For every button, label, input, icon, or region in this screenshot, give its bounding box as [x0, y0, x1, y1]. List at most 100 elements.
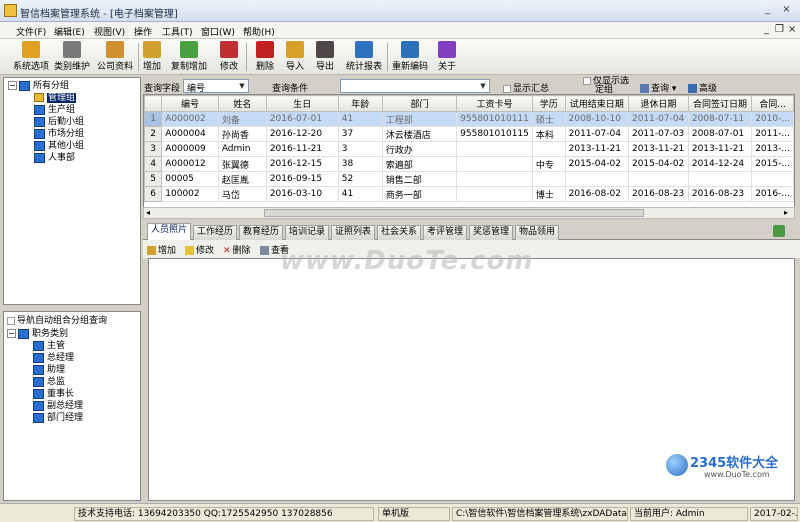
photo-add-button[interactable]: 增加	[147, 243, 176, 256]
tree-item-other[interactable]: 其他小组	[34, 140, 84, 152]
table-row[interactable]: 1 A000002 刘备 2016-07-01 41 工程部 955801010111 硕士 2…	[144, 111, 794, 127]
tab-certificates[interactable]: 证照列表	[331, 225, 376, 240]
collapse-icon[interactable]: −	[8, 81, 17, 90]
group-icon	[18, 328, 29, 339]
horizontal-scrollbar[interactable]: ◂ ▸	[143, 207, 795, 219]
tree-item-assistant[interactable]: 助理	[33, 364, 65, 376]
view-icon	[260, 246, 269, 255]
system-options-button[interactable]: 系统选项	[12, 41, 50, 73]
checkbox[interactable]	[583, 77, 591, 85]
toolbar: 系统选项 类别维护 公司资料 增加 复制增加 修改 删除 导入 导出 统计报表 …	[0, 39, 800, 75]
group-tree-panel: − 所有分组 管理组 生产组 后勤小组 市场分组 其他小组 人事部	[3, 77, 141, 305]
tab-settings-icon[interactable]	[773, 225, 785, 237]
about-button[interactable]: 关于	[436, 41, 458, 73]
tree-root-all-groups[interactable]: − 所有分组	[8, 80, 69, 92]
column-header[interactable]: 工资卡号	[456, 95, 533, 112]
auto-group-query-toggle[interactable]: 导航自动组合分组查询	[7, 315, 107, 327]
show-summary-checkbox[interactable]: 显示汇总	[503, 81, 549, 94]
menu-operate[interactable]: 操作	[134, 25, 152, 38]
photo-edit-button[interactable]: 修改	[185, 243, 214, 256]
category-maintain-button[interactable]: 类别维护	[53, 41, 91, 73]
query-field-select[interactable]: 编号 ▼	[183, 79, 249, 94]
menu-help[interactable]: 帮助(H)	[243, 25, 275, 38]
job-category-tree-panel: 导航自动组合分组查询 − 职务类别 主管 总经理 助理 总监 董事长 副总经理 部…	[3, 311, 141, 501]
checkbox[interactable]	[7, 316, 15, 325]
search-icon	[640, 84, 649, 93]
tab-training[interactable]: 培训记录	[285, 225, 330, 240]
advanced-search-icon	[688, 84, 697, 93]
table-row[interactable]: 3 A000009 Admin 2016-11-21 3 行政办 2013-11-21 201…	[144, 141, 794, 157]
statistics-report-button[interactable]: 统计报表	[345, 41, 383, 73]
menu-view[interactable]: 视图(V)	[94, 25, 125, 38]
collapse-icon[interactable]: −	[7, 329, 16, 338]
scroll-right-icon[interactable]: ▸	[784, 208, 788, 217]
recode-button[interactable]: 重新编码	[391, 41, 429, 73]
column-header[interactable]: 退休日期	[627, 95, 689, 112]
scroll-left-icon[interactable]: ◂	[146, 208, 150, 217]
menu-tools[interactable]: 工具(T)	[162, 25, 193, 38]
column-header[interactable]: 年龄	[337, 95, 383, 112]
tab-items[interactable]: 物品领用	[515, 225, 560, 240]
group-icon	[33, 400, 44, 411]
tree-item-market[interactable]: 市场分组	[34, 128, 84, 140]
tab-work-history[interactable]: 工作经历	[193, 225, 238, 240]
mdi-minimize-button[interactable]: _	[764, 24, 769, 35]
tree-item-deputy-gm[interactable]: 副总经理	[33, 400, 83, 412]
column-header[interactable]: 姓名	[217, 95, 267, 112]
copy-add-button[interactable]: 复制增加	[169, 41, 209, 73]
toolbar-separator	[246, 43, 247, 71]
column-header[interactable]: 生日	[265, 95, 339, 112]
search-button[interactable]: 查询 ▾	[640, 81, 676, 94]
table-row[interactable]: 4 A000012 张翼德 2016-12-15 38 索遍部 中专 2015-04-02 20…	[144, 156, 794, 172]
import-button[interactable]: 导入	[284, 41, 306, 73]
help-icon	[438, 41, 456, 58]
column-header[interactable]: 合同...	[751, 95, 794, 112]
add-icon	[143, 41, 161, 58]
app-icon	[4, 4, 17, 17]
table-row[interactable]: 5 00005 赵匡胤 2016-09-15 52 销售二部	[144, 171, 794, 187]
table-row[interactable]: 2 A000004 孙尚香 2016-12-20 37 沐云楼酒店 955801010115…	[144, 126, 794, 142]
column-header[interactable]: 编号	[161, 95, 219, 112]
tab-education[interactable]: 教育经历	[239, 225, 284, 240]
export-button[interactable]: 导出	[314, 41, 336, 73]
tree-root-job-category[interactable]: − 职务类别	[7, 328, 68, 340]
scrollbar-thumb[interactable]	[264, 209, 644, 217]
tab-relations[interactable]: 社会关系	[377, 225, 422, 240]
tree-item-hr[interactable]: 人事部	[34, 152, 75, 164]
query-condition-select[interactable]: ▼	[340, 79, 490, 93]
mdi-close-button[interactable]: ×	[788, 24, 796, 35]
minimize-button[interactable]: _	[760, 3, 775, 17]
tree-item-general-manager[interactable]: 总经理	[33, 352, 74, 364]
tree-item-management[interactable]: 管理组	[34, 92, 77, 104]
advanced-search-button[interactable]: 高级	[688, 81, 717, 94]
menu-window[interactable]: 窗口(W)	[201, 25, 235, 38]
tab-evaluation[interactable]: 考评管理	[423, 225, 468, 240]
delete-button[interactable]: 删除	[254, 41, 276, 73]
tab-photo[interactable]: 人员照片	[147, 223, 192, 240]
photo-delete-button[interactable]: ✕ 删除	[223, 243, 251, 256]
employee-table: 编号 姓名 生日 年龄 部门 工资卡号 学历 试用结束日期 退休日期 合同签订日…	[143, 94, 795, 208]
tab-rewards[interactable]: 奖惩管理	[469, 225, 514, 240]
column-header[interactable]: 学历	[531, 95, 566, 112]
menu-edit[interactable]: 编辑(E)	[54, 25, 85, 38]
table-row[interactable]: 6 100002 马岱 2016-03-10 41 商务一部 博士 2016-08-02 201…	[144, 186, 794, 202]
site-logo: 2345软件大全 www.DuoTe.com	[660, 448, 798, 500]
mdi-restore-button[interactable]: ❐	[775, 24, 784, 35]
column-header[interactable]: 部门	[381, 95, 458, 112]
column-header[interactable]: 合同签订日期	[687, 95, 753, 112]
only-selected-group-checkbox[interactable]: 仅显示选 定组	[583, 77, 629, 94]
tools-icon	[63, 41, 81, 58]
add-button[interactable]: 增加	[141, 41, 163, 73]
close-button[interactable]: ×	[779, 3, 794, 17]
edit-button[interactable]: 修改	[218, 41, 240, 73]
tree-item-director[interactable]: 总监	[33, 376, 65, 388]
tree-item-production[interactable]: 生产组	[34, 104, 75, 116]
checkbox[interactable]	[503, 84, 511, 93]
tree-item-chairman[interactable]: 董事长	[33, 388, 74, 400]
tree-item-dept-manager[interactable]: 部门经理	[33, 412, 83, 424]
tree-item-logistics[interactable]: 后勤小组	[34, 116, 84, 128]
column-header[interactable]: 试用结束日期	[564, 95, 629, 112]
menu-file[interactable]: 文件(F)	[16, 25, 46, 38]
company-info-button[interactable]: 公司资料	[96, 41, 134, 73]
tree-item-supervisor[interactable]: 主管	[33, 340, 65, 352]
